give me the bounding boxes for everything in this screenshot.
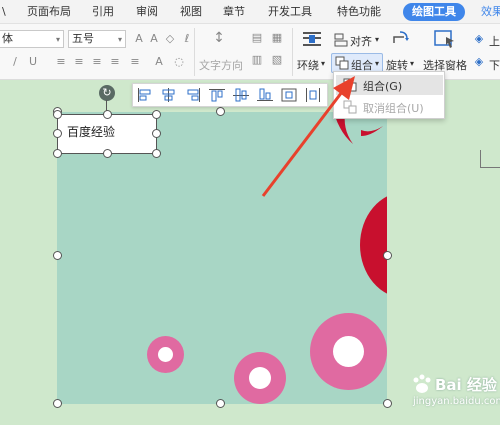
textbox-handle-top-right[interactable] [152, 110, 161, 119]
textbox-handle-top-left[interactable] [53, 110, 62, 119]
bring-forward-label[interactable]: 上 [489, 33, 500, 49]
baidu-watermark: Bai 经验 jingyan.baidu.com [395, 374, 500, 414]
highlight-icon[interactable]: ◌ [172, 56, 186, 68]
align-left-objects-icon[interactable] [137, 88, 153, 102]
pink-ring-small[interactable] [147, 336, 184, 373]
clear-format-icon[interactable]: ◇ [163, 33, 177, 45]
send-backward-icon[interactable]: ◈ [472, 56, 486, 68]
tab-developer[interactable]: 开发工具 [268, 4, 312, 20]
tab-page-layout[interactable]: 页面布局 [27, 4, 71, 20]
font-name-value: 体 [2, 32, 13, 45]
rotate-icon[interactable] [390, 29, 410, 49]
tab-effects[interactable]: 效果 [481, 4, 500, 20]
resize-handle-bottom-right[interactable] [383, 399, 392, 408]
align-right-icon[interactable]: ≡ [90, 56, 104, 68]
grow-font-icon[interactable]: A [132, 33, 146, 45]
align-label[interactable]: 对齐 [350, 33, 372, 49]
font-size-value: 五号 [72, 32, 94, 45]
chevron-down-icon: ▾ [55, 35, 60, 44]
watermark-text: Bai 经验 [435, 376, 497, 394]
textbox-handle-left[interactable] [53, 129, 62, 138]
align-right-objects-icon[interactable] [185, 88, 201, 102]
resize-handle-right[interactable] [383, 251, 392, 260]
resize-handle-bottom-left[interactable] [53, 399, 62, 408]
align-center-icon[interactable]: ≡ [72, 56, 86, 68]
tab-review[interactable]: 审阅 [136, 4, 158, 20]
align-center-objects-icon[interactable] [161, 88, 177, 102]
ring-hole [333, 336, 364, 367]
watermark-url: jingyan.baidu.com [413, 396, 500, 407]
send-backward-label[interactable]: 下 [489, 57, 500, 73]
tab-special-features[interactable]: 特色功能 [337, 4, 381, 20]
textbox-handle-bottom-right[interactable] [152, 149, 161, 158]
align-objects-icon[interactable] [334, 33, 348, 47]
page-corner-mark [480, 150, 500, 168]
tab-section[interactable]: 章节 [223, 4, 245, 20]
bring-forward-icon[interactable]: ◈ [472, 33, 486, 45]
chevron-down-icon: ▾ [375, 59, 380, 68]
menu-item-ungroup-label: 取消组合(U) [363, 102, 424, 115]
ring-hole [249, 367, 271, 389]
textbox-handle-top[interactable] [103, 110, 112, 119]
divider [292, 28, 293, 76]
text-link-icon[interactable]: ▥ [250, 54, 264, 66]
ring-hole [158, 347, 173, 362]
tab-references[interactable]: 引用 [92, 4, 114, 20]
textbox-handle-bottom-left[interactable] [53, 149, 62, 158]
text-fit-icon[interactable]: ▧ [270, 54, 284, 66]
pink-ring-medium[interactable] [234, 352, 286, 404]
chevron-down-icon: ▾ [375, 35, 380, 44]
text-box-content[interactable]: 百度经验 [67, 123, 115, 140]
align-left-icon[interactable]: ≡ [54, 56, 68, 68]
text-box-icon[interactable]: ▤ [250, 32, 264, 44]
underline-icon[interactable]: U [26, 56, 40, 68]
align-top-objects-icon[interactable] [209, 88, 225, 102]
red-circle-shape[interactable] [360, 192, 387, 298]
paw-logo-icon [413, 374, 431, 393]
italic-icon[interactable]: / [8, 56, 22, 68]
text-style-icon[interactable]: ℓ [180, 33, 194, 45]
divider [194, 28, 195, 76]
justify-icon[interactable]: ≡ [108, 56, 122, 68]
ribbon-tab-bar: \ 页面布局 引用 审阅 视图 章节 开发工具 特色功能 绘图工具 效果 [0, 0, 500, 24]
text-frame-icon[interactable]: ▦ [270, 32, 284, 44]
font-size-select[interactable]: 五号 ▾ [68, 30, 126, 48]
pink-ring-large[interactable] [310, 313, 387, 390]
shrink-font-icon[interactable]: A [147, 33, 161, 45]
resize-handle-left[interactable] [53, 251, 62, 260]
distributed-icon[interactable]: ≡ [128, 56, 142, 68]
tab-view[interactable]: 视图 [180, 4, 202, 20]
chevron-down-icon: ▾ [117, 35, 122, 44]
resize-handle-top[interactable] [216, 107, 225, 116]
group-icon [335, 56, 349, 70]
text-box-shape[interactable]: 百度经验 [57, 114, 157, 154]
wrap-text-icon[interactable] [302, 30, 322, 48]
align-middle-objects-icon[interactable] [233, 88, 249, 102]
rotate-handle-icon[interactable]: ↻ [99, 85, 115, 101]
tab-cut[interactable]: \ [2, 4, 6, 20]
menu-item-group-label: 组合(G) [363, 80, 403, 93]
chevron-down-icon: ▾ [410, 59, 415, 68]
selection-pane-icon[interactable] [434, 29, 456, 49]
font-color-icon[interactable]: A [152, 56, 166, 68]
chevron-down-icon: ▾ [321, 59, 326, 68]
resize-handle-bottom[interactable] [216, 399, 225, 408]
textbox-handle-bottom[interactable] [103, 149, 112, 158]
font-name-select[interactable]: 体 ▾ [0, 30, 64, 48]
red-arrow-annotation [261, 76, 355, 197]
tab-drawing-tools[interactable]: 绘图工具 [403, 3, 465, 21]
text-direction-label[interactable]: 文字方向 [199, 57, 243, 73]
text-direction-icon[interactable]: ↕ [212, 31, 226, 50]
textbox-handle-right[interactable] [152, 129, 161, 138]
